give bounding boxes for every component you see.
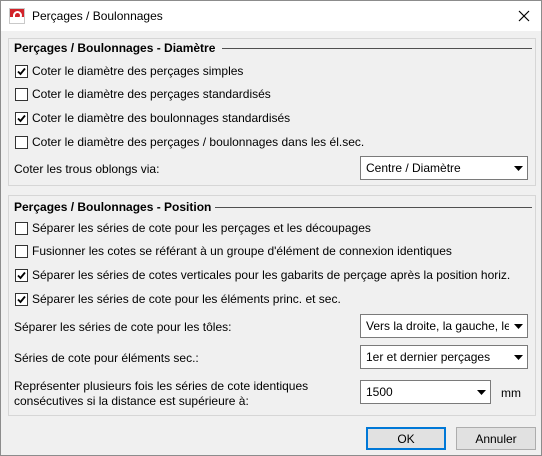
repeat-unit: mm (501, 386, 521, 400)
ok-button[interactable]: OK (366, 427, 446, 450)
option-label: Coter le diamètre des perçages / boulonn… (32, 135, 365, 149)
toles-select[interactable]: Vers la droite, la gauche, le haut (360, 314, 528, 338)
option-separer-verticales[interactable]: Séparer les séries de cotes verticales p… (15, 267, 510, 283)
option-label: Séparer les séries de cote pour les perç… (32, 221, 371, 235)
chevron-down-icon (509, 157, 527, 179)
checkmark-icon (17, 114, 26, 122)
checkbox[interactable] (15, 244, 28, 258)
group-position-title: Perçages / Boulonnages - Position (14, 200, 212, 214)
option-label: Séparer les séries de cotes verticales p… (32, 268, 511, 282)
toles-label: Séparer les séries de cote pour les tôle… (14, 320, 232, 334)
option-label: Coter le diamètre des boulonnages standa… (32, 111, 291, 125)
repeat-label-line2: consécutives si la distance est supérieu… (14, 394, 249, 408)
option-diametre-elsec[interactable]: Coter le diamètre des perçages / boulonn… (15, 134, 364, 150)
repeat-label-line1: Représenter plusieurs fois les séries de… (14, 379, 309, 393)
option-separer-percages-decoupages[interactable]: Séparer les séries de cote pour les perç… (15, 220, 371, 236)
repeat-distance-combo[interactable]: 1500 (360, 380, 491, 404)
group-position: Perçages / Boulonnages - Position Sépare… (8, 195, 536, 416)
elements-select[interactable]: 1er et dernier perçages (360, 345, 528, 369)
close-icon (518, 10, 530, 22)
chevron-down-icon (472, 381, 490, 403)
checkbox[interactable] (15, 292, 28, 306)
checkmark-icon (17, 271, 26, 279)
group-diametre-title: Perçages / Boulonnages - Diamètre (14, 41, 216, 55)
repeat-distance-value: 1500 (366, 385, 393, 399)
option-diametre-standardises[interactable]: Coter le diamètre des perçages standardi… (15, 86, 271, 102)
option-label: Coter le diamètre des perçages standardi… (32, 87, 271, 101)
checkbox[interactable] (15, 64, 28, 78)
chevron-down-icon (509, 346, 527, 368)
oblong-select[interactable]: Centre / Diamètre (360, 156, 528, 180)
option-diametre-simples[interactable]: Coter le diamètre des perçages simples (15, 63, 243, 79)
checkmark-icon (17, 295, 26, 303)
option-fusionner-cotes[interactable]: Fusionner les cotes se référant à un gro… (15, 243, 452, 259)
group-position-line (215, 207, 532, 208)
elements-label: Séries de cote pour éléments sec.: (14, 351, 199, 365)
dialog-window: Perçages / Boulonnages Perçages / Boulon… (0, 0, 542, 456)
group-diametre-line (222, 48, 532, 49)
checkmark-icon (17, 67, 26, 75)
oblong-select-value: Centre / Diamètre (366, 161, 461, 175)
option-label: Fusionner les cotes se référant à un gro… (32, 244, 452, 258)
oblong-label: Coter les trous oblongs via: (14, 162, 160, 176)
checkbox[interactable] (15, 111, 28, 125)
option-diametre-boulonnages[interactable]: Coter le diamètre des boulonnages standa… (15, 110, 290, 126)
option-label: Séparer les séries de cote pour les élém… (32, 292, 341, 306)
group-diametre: Perçages / Boulonnages - Diamètre Coter … (8, 38, 536, 186)
chevron-down-icon (509, 315, 527, 337)
checkbox[interactable] (15, 135, 28, 149)
close-button[interactable] (507, 1, 541, 31)
toles-select-value: Vers la droite, la gauche, le haut (366, 319, 509, 333)
window-title: Perçages / Boulonnages (32, 9, 163, 23)
option-label: Coter le diamètre des perçages simples (32, 64, 244, 78)
checkbox[interactable] (15, 87, 28, 101)
option-separer-elements[interactable]: Séparer les séries de cote pour les élém… (15, 291, 341, 307)
checkbox[interactable] (15, 221, 28, 235)
hicad-logo-icon (9, 8, 25, 24)
checkbox[interactable] (15, 268, 28, 282)
title-bar: Perçages / Boulonnages (1, 1, 541, 31)
cancel-button[interactable]: Annuler (456, 427, 536, 450)
elements-select-value: 1er et dernier perçages (366, 350, 491, 364)
